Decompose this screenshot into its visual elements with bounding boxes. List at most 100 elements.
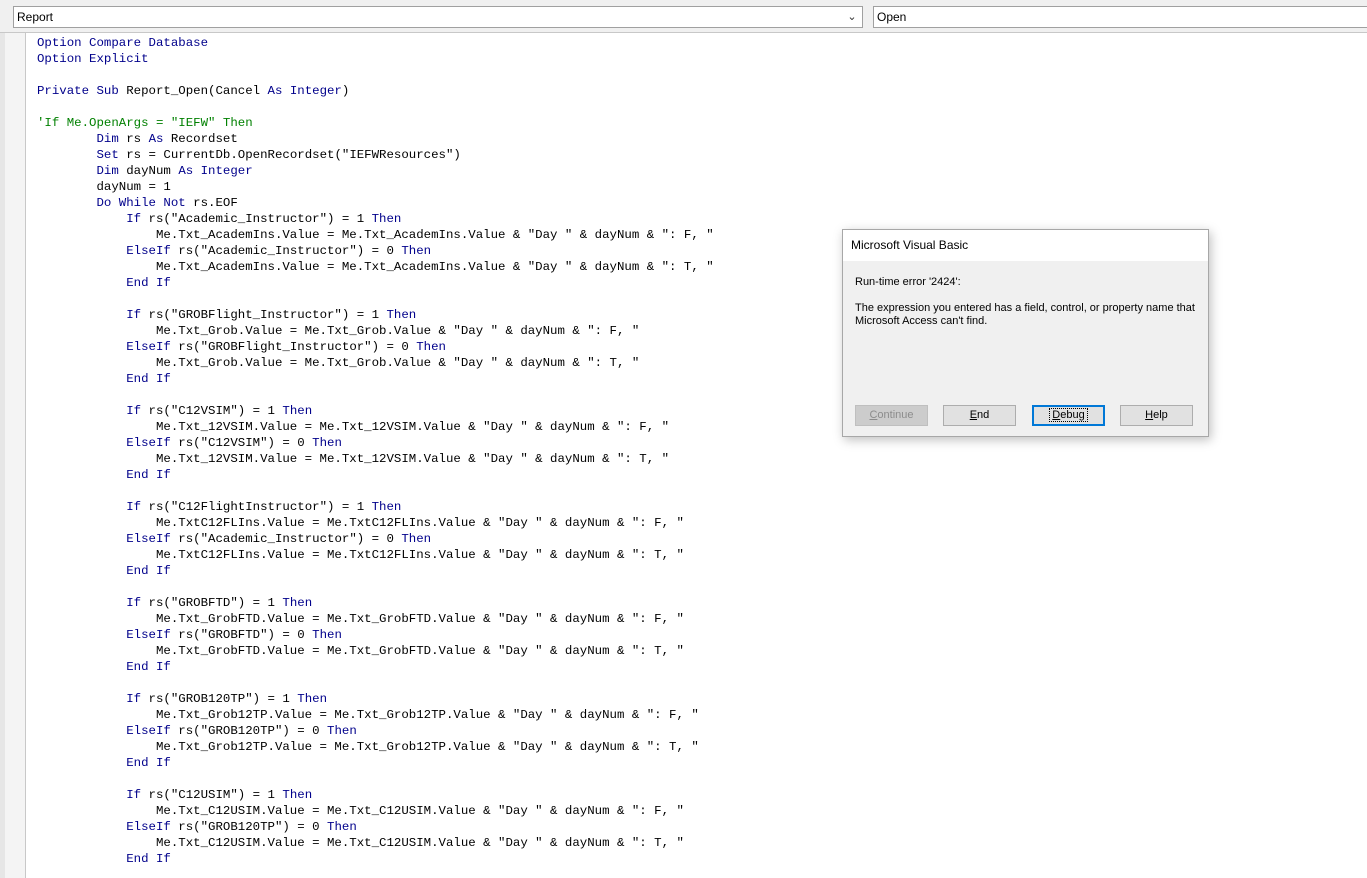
code-line[interactable]: Me.Txt_12VSIM.Value = Me.Txt_12VSIM.Valu…: [37, 419, 714, 435]
code-keyword: End If: [126, 852, 171, 866]
code-text: rs("GROBFlight_Instructor") = 1: [141, 308, 387, 322]
code-line[interactable]: Me.Txt_Grob12TP.Value = Me.Txt_Grob12TP.…: [37, 707, 714, 723]
help-label: elp: [1153, 409, 1168, 421]
code-keyword: Then: [416, 340, 446, 354]
error-code-text: Run-time error '2424':: [855, 276, 961, 288]
code-line[interactable]: End If: [37, 371, 714, 387]
code-keyword: ElseIf: [126, 436, 171, 450]
code-line[interactable]: If rs("GROB120TP") = 1 Then: [37, 691, 714, 707]
code-line[interactable]: Me.TxtC12FLIns.Value = Me.TxtC12FLIns.Va…: [37, 547, 714, 563]
code-keyword: Then: [327, 724, 357, 738]
code-line[interactable]: [37, 579, 714, 595]
code-line[interactable]: If rs("GROBFTD") = 1 Then: [37, 595, 714, 611]
code-line[interactable]: If rs("C12FlightInstructor") = 1 Then: [37, 499, 714, 515]
code-line[interactable]: Me.Txt_AcademIns.Value = Me.Txt_AcademIn…: [37, 227, 714, 243]
code-line[interactable]: ElseIf rs("Academic_Instructor") = 0 The…: [37, 531, 714, 547]
help-button[interactable]: Help: [1120, 405, 1193, 426]
code-line[interactable]: If rs("C12USIM") = 1 Then: [37, 787, 714, 803]
code-line[interactable]: End If: [37, 563, 714, 579]
code-line[interactable]: ElseIf rs("Academic_Instructor") = 0 The…: [37, 243, 714, 259]
code-line[interactable]: ElseIf rs("GROBFTD") = 0 Then: [37, 627, 714, 643]
code-line[interactable]: Set rs = CurrentDb.OpenRecordset("IEFWRe…: [37, 147, 714, 163]
code-line[interactable]: ElseIf rs("GROB120TP") = 0 Then: [37, 723, 714, 739]
code-keyword: Do While Not: [96, 196, 186, 210]
code-line[interactable]: Me.Txt_12VSIM.Value = Me.Txt_12VSIM.Valu…: [37, 451, 714, 467]
code-keyword: Then: [282, 404, 313, 418]
debug-button[interactable]: Debug: [1032, 405, 1105, 426]
code-line[interactable]: [37, 675, 714, 691]
code-line[interactable]: dayNum = 1: [37, 179, 714, 195]
code-line[interactable]: Me.Txt_Grob12TP.Value = Me.Txt_Grob12TP.…: [37, 739, 714, 755]
code-text: Me.Txt_AcademIns.Value = Me.Txt_AcademIn…: [37, 228, 714, 242]
code-keyword: Private Sub: [37, 84, 119, 98]
code-line[interactable]: If rs("Academic_Instructor") = 1 Then: [37, 211, 714, 227]
code-keyword: End If: [126, 660, 171, 674]
code-text: Me.Txt_AcademIns.Value = Me.Txt_AcademIn…: [37, 260, 714, 274]
runtime-error-dialog: Microsoft Visual Basic Run-time error '2…: [842, 229, 1209, 437]
code-line[interactable]: End If: [37, 755, 714, 771]
code-text: rs("GROB120TP") = 0: [170, 820, 328, 834]
code-line[interactable]: [37, 291, 714, 307]
code-line[interactable]: End If: [37, 275, 714, 291]
code-line[interactable]: Me.Txt_C12USIM.Value = Me.Txt_C12USIM.Va…: [37, 835, 714, 851]
code-editor[interactable]: Option Compare Database Option Explicit Pr…: [37, 35, 714, 867]
code-line[interactable]: [37, 771, 714, 787]
code-window-toolbar: Report ⌄ Open: [0, 0, 1367, 33]
code-keyword: Option Explicit: [37, 52, 149, 66]
code-keyword: Then: [282, 788, 313, 802]
code-line[interactable]: Me.Txt_Grob.Value = Me.Txt_Grob.Value & …: [37, 323, 714, 339]
dialog-title: Microsoft Visual Basic: [843, 230, 1208, 261]
code-text: rs("C12VSIM") = 1: [141, 404, 283, 418]
code-line[interactable]: Me.Txt_Grob.Value = Me.Txt_Grob.Value & …: [37, 355, 714, 371]
chevron-down-icon[interactable]: ⌄: [846, 7, 858, 27]
procedure-combo[interactable]: Open: [873, 6, 1367, 28]
code-line[interactable]: End If: [37, 851, 714, 867]
object-combo[interactable]: Report ⌄: [13, 6, 863, 28]
code-line[interactable]: [37, 99, 714, 115]
code-text: rs("GROBFTD") = 1: [141, 596, 283, 610]
code-line[interactable]: Me.Txt_GrobFTD.Value = Me.Txt_GrobFTD.Va…: [37, 643, 714, 659]
code-line[interactable]: Me.Txt_GrobFTD.Value = Me.Txt_GrobFTD.Va…: [37, 611, 714, 627]
code-text: ): [341, 84, 350, 98]
code-line[interactable]: Do While Not rs.EOF: [37, 195, 714, 211]
code-line[interactable]: Me.Txt_AcademIns.Value = Me.Txt_AcademIn…: [37, 259, 714, 275]
code-line[interactable]: Option Explicit: [37, 51, 714, 67]
code-line[interactable]: Dim dayNum As Integer: [37, 163, 714, 179]
code-line[interactable]: 'If Me.OpenArgs = "IEFW" Then: [37, 115, 714, 131]
code-line[interactable]: [37, 483, 714, 499]
code-line[interactable]: ElseIf rs("GROBFlight_Instructor") = 0 T…: [37, 339, 714, 355]
code-line[interactable]: Option Compare Database: [37, 35, 714, 51]
code-line[interactable]: If rs("GROBFlight_Instructor") = 1 Then: [37, 307, 714, 323]
code-text: rs("Academic_Instructor") = 0: [170, 532, 402, 546]
code-keyword: ElseIf: [126, 724, 171, 738]
code-line[interactable]: Dim rs As Recordset: [37, 131, 714, 147]
code-line[interactable]: If rs("C12VSIM") = 1 Then: [37, 403, 714, 419]
code-line[interactable]: Me.Txt_C12USIM.Value = Me.Txt_C12USIM.Va…: [37, 803, 714, 819]
code-keyword: ElseIf: [126, 820, 171, 834]
code-line[interactable]: ElseIf rs("C12VSIM") = 0 Then: [37, 435, 714, 451]
code-line[interactable]: End If: [37, 659, 714, 675]
code-line[interactable]: ElseIf rs("GROB120TP") = 0 Then: [37, 819, 714, 835]
code-text: rs("C12VSIM") = 0: [170, 436, 313, 450]
code-line[interactable]: End If: [37, 467, 714, 483]
code-line[interactable]: Me.TxtC12FLIns.Value = Me.TxtC12FLIns.Va…: [37, 515, 714, 531]
continue-button[interactable]: Continue: [855, 405, 928, 426]
code-text: Me.Txt_C12USIM.Value = Me.Txt_C12USIM.Va…: [37, 804, 684, 818]
code-line[interactable]: [37, 387, 714, 403]
end-button[interactable]: End: [943, 405, 1016, 426]
code-line[interactable]: [37, 67, 714, 83]
code-line[interactable]: Private Sub Report_Open(Cancel As Intege…: [37, 83, 714, 99]
margin-indicator-bar[interactable]: [5, 33, 26, 878]
code-keyword: Then: [371, 212, 402, 226]
